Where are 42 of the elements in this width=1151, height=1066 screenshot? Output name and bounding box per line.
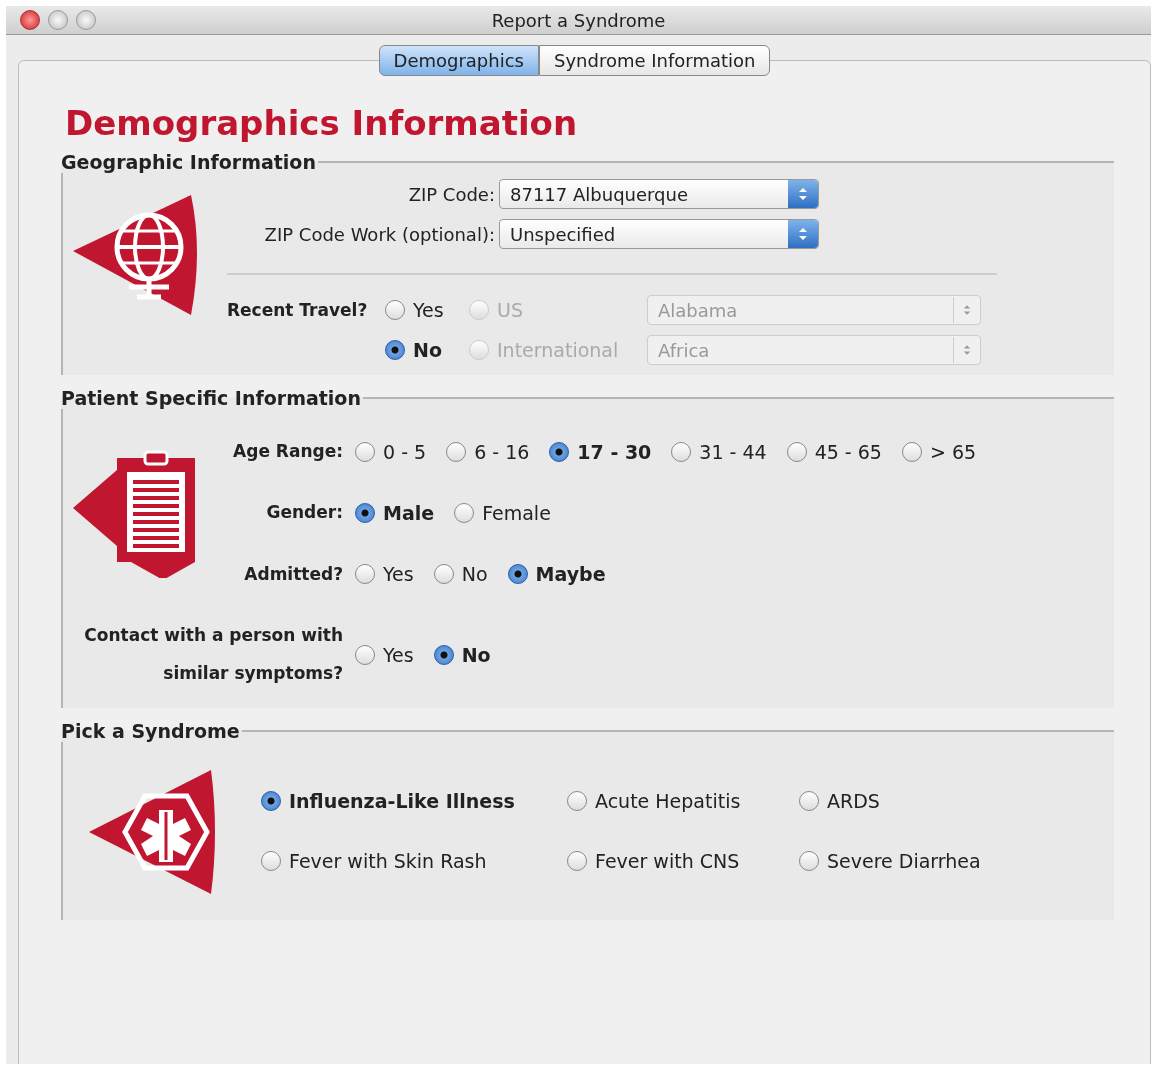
group-title: Geographic Information (60, 151, 317, 173)
radio-option[interactable]: 31 - 44 (671, 440, 767, 463)
radio-option[interactable]: 6 - 16 (446, 440, 530, 463)
radio-option[interactable]: Yes (355, 643, 414, 666)
question-label: Gender: (265, 501, 344, 525)
radio-option[interactable]: Male (355, 502, 435, 525)
question-label: Age Range: (232, 440, 344, 463)
dropdown[interactable]: 87117 Albuquerque (499, 179, 819, 209)
radio-option[interactable]: Fever with CNS (567, 849, 799, 872)
radio-option[interactable]: > 65 (901, 440, 977, 463)
radio-option[interactable]: Yes (355, 563, 414, 586)
radio-option[interactable]: No (385, 339, 469, 361)
radio-option[interactable]: Yes (385, 299, 469, 321)
field-label: ZIP Code Work (optional): (263, 223, 496, 245)
question-label: Contact with a person with similar symptoms? (83, 624, 344, 685)
radio-option[interactable]: Maybe (507, 563, 606, 586)
radio-option[interactable]: 0 - 5 (355, 440, 427, 463)
radio-option[interactable]: Influenza-Like Illness (261, 789, 567, 812)
radio-option[interactable]: 17 - 30 (549, 440, 652, 463)
field-label: Recent Travel? (227, 300, 369, 320)
radio-option[interactable]: No (433, 643, 491, 666)
zoom-icon[interactable] (76, 10, 96, 30)
radio-option[interactable]: Female (454, 502, 551, 525)
close-icon[interactable] (20, 10, 40, 30)
tab[interactable]: Demographics (378, 45, 539, 76)
radio-option[interactable]: ARDS (799, 789, 981, 812)
radio-option[interactable]: No (433, 563, 488, 586)
radio-option[interactable]: 45 - 65 (786, 440, 882, 463)
question-label: Admitted? (243, 562, 344, 586)
window-title: Report a Syndrome (491, 9, 667, 31)
stepper-icon (788, 180, 818, 208)
tab[interactable]: Syndrome Information (539, 45, 771, 76)
dropdown[interactable]: Unspecified (499, 219, 819, 249)
radio-option[interactable]: Acute Hepatitis (567, 789, 799, 812)
minimize-icon[interactable] (48, 10, 68, 30)
group-title: Patient Specific Information (60, 387, 362, 409)
group-title: Pick a Syndrome (60, 719, 241, 742)
stepper-icon (788, 220, 818, 248)
radio-option[interactable]: Severe Diarrhea (799, 849, 981, 872)
page-heading: Demographics Information (65, 103, 579, 143)
radio-option[interactable]: Fever with Skin Rash (261, 849, 567, 872)
field-label: ZIP Code: (407, 183, 496, 205)
